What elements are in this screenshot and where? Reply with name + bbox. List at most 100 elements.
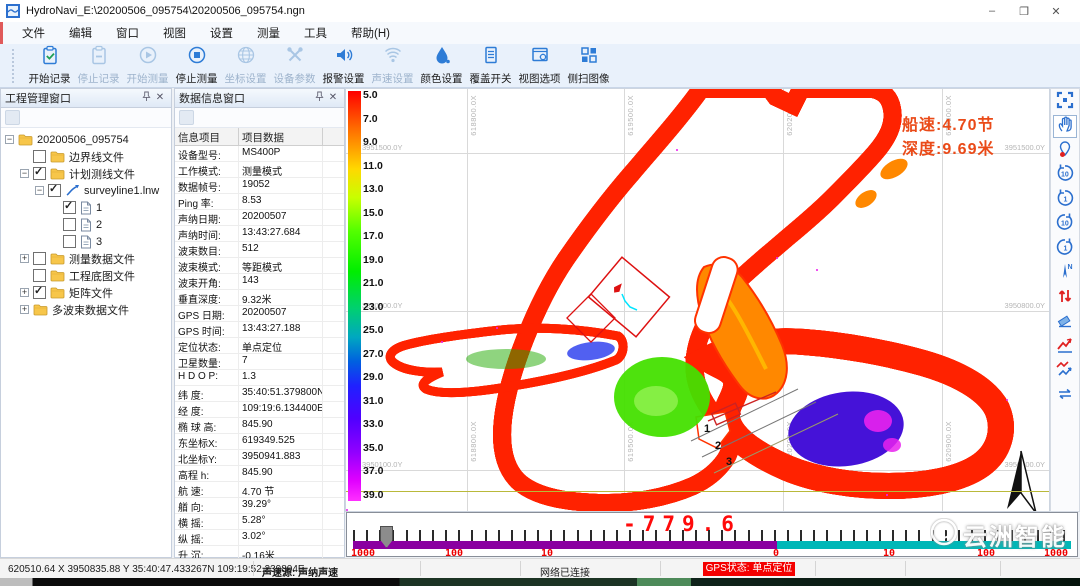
checkbox[interactable] — [63, 218, 76, 231]
locate-position-button[interactable] — [1053, 140, 1077, 163]
checkbox[interactable] — [33, 252, 46, 265]
copy-icon[interactable] — [179, 110, 194, 125]
table-row[interactable]: 艏 向:39.29° — [175, 498, 344, 514]
multi-profile-button[interactable] — [1053, 360, 1077, 383]
expand-icon[interactable]: + — [20, 305, 29, 314]
tree-item-2[interactable]: 2 — [1, 216, 171, 233]
table-row[interactable]: 波束数目:512 — [175, 242, 344, 258]
checkbox[interactable] — [63, 201, 76, 214]
tree-item-surveyline1.lnw[interactable]: −surveyline1.lnw — [1, 182, 171, 199]
table-row[interactable]: 椭 球 高:845.90 — [175, 418, 344, 434]
new-item-icon[interactable] — [5, 110, 20, 125]
item-value: 845.90 — [239, 418, 323, 433]
table-row[interactable]: 东坐标X:619349.525 — [175, 434, 344, 450]
colorbar-tick-label: 27.0 — [363, 348, 383, 360]
color-settings-button[interactable]: 颜色设置 — [417, 45, 466, 87]
close-panel-icon[interactable]: ✕ — [153, 93, 167, 103]
record-start-button[interactable]: 开始记录 — [25, 45, 74, 87]
item-label: 经 度: — [175, 402, 239, 417]
toolbar-button-label: 开始记录 — [29, 71, 71, 86]
close-panel-icon[interactable]: ✕ — [326, 93, 340, 103]
collapse-icon[interactable]: − — [20, 169, 29, 178]
table-row[interactable]: 设备型号:MS400P — [175, 146, 344, 162]
menu-item-文件[interactable]: 文件 — [10, 25, 57, 41]
table-row[interactable]: 垂直深度:9.32米 — [175, 290, 344, 306]
rotate-cw-1-button[interactable]: 1 — [1053, 238, 1077, 261]
coverage-switch-button[interactable]: 覆盖开关 — [466, 45, 515, 87]
pan-hand-button[interactable] — [1053, 115, 1077, 138]
table-row[interactable]: 工作模式:测量模式 — [175, 162, 344, 178]
tree-item-20200506_095754[interactable]: − 20200506_095754 — [1, 131, 171, 148]
table-row[interactable]: 声纳时间:13:43:27.684 — [175, 226, 344, 242]
close-button[interactable]: ✕ — [1040, 0, 1072, 22]
toolbar-grip — [12, 49, 19, 83]
checkbox[interactable] — [63, 235, 76, 248]
table-row[interactable]: H D O P:1.3 — [175, 370, 344, 386]
minimize-button[interactable]: – — [976, 0, 1008, 22]
tree-item-边界线文件[interactable]: 边界线文件 — [1, 148, 171, 165]
maximize-button[interactable]: ❐ — [1008, 0, 1040, 22]
table-row[interactable]: 北坐标Y:3950941.883 — [175, 450, 344, 466]
swap-vertical-button[interactable] — [1053, 287, 1077, 310]
tree-item-多波束数据文件[interactable]: +多波束数据文件 — [1, 301, 171, 318]
table-row[interactable]: 航 速:4.70 节 — [175, 482, 344, 498]
table-row[interactable]: Ping 率:8.53 — [175, 194, 344, 210]
checkbox[interactable] — [33, 150, 46, 163]
pin-icon[interactable] — [139, 91, 153, 105]
zoom-extent-button[interactable] — [1053, 91, 1077, 114]
table-row[interactable]: 波束开角:143 — [175, 274, 344, 290]
swap-horizontal-button[interactable] — [1053, 385, 1077, 408]
alarm-settings-button[interactable]: 报警设置 — [319, 45, 368, 87]
table-row[interactable]: 定位状态:单点定位 — [175, 338, 344, 354]
table-row[interactable]: 波束模式:等距模式 — [175, 258, 344, 274]
menu-item-工具[interactable]: 工具 — [292, 25, 339, 41]
pin-icon[interactable] — [312, 91, 326, 105]
measure-stop-button[interactable]: 停止测量 — [172, 45, 221, 87]
side-scan-button[interactable]: 侧扫图像 — [564, 45, 613, 87]
color-settings-icon — [432, 45, 452, 70]
tree-item-3[interactable]: 3 — [1, 233, 171, 250]
menu-item-设置[interactable]: 设置 — [198, 25, 245, 41]
rotate-ccw-10-button[interactable]: 10 — [1053, 164, 1077, 187]
menu-item-帮助(H)[interactable]: 帮助(H) — [339, 25, 402, 41]
view-options-button[interactable]: 视图选项 — [515, 45, 564, 87]
tree-item-计划测线文件[interactable]: −计划测线文件 — [1, 165, 171, 182]
profile-line-button[interactable] — [1053, 336, 1077, 359]
collapse-icon[interactable]: − — [5, 135, 14, 144]
checkbox[interactable] — [33, 286, 46, 299]
tree-item-工程底图文件[interactable]: 工程底图文件 — [1, 267, 171, 284]
table-row[interactable]: 纵 摇:3.02° — [175, 530, 344, 546]
checkbox[interactable] — [33, 167, 46, 180]
tree-item-1[interactable]: 1 — [1, 199, 171, 216]
table-row[interactable]: 经 度:109:19:6.134400E — [175, 402, 344, 418]
dock-accent — [0, 22, 3, 44]
expand-icon[interactable]: + — [20, 254, 29, 263]
tree-item-矩阵文件[interactable]: +矩阵文件 — [1, 284, 171, 301]
menu-item-编辑[interactable]: 编辑 — [57, 25, 104, 41]
checkbox[interactable] — [48, 184, 61, 197]
table-row[interactable]: 卫星数量:7 — [175, 354, 344, 370]
menu-item-视图[interactable]: 视图 — [151, 25, 198, 41]
table-row[interactable]: 横 摇:5.28° — [175, 514, 344, 530]
table-row[interactable]: GPS 时间:13:43:27.188 — [175, 322, 344, 338]
north-up-button[interactable]: N — [1053, 262, 1077, 285]
table-row[interactable]: GPS 日期:20200507 — [175, 306, 344, 322]
sound-speed-icon — [383, 45, 403, 70]
eraser-button[interactable] — [1053, 311, 1077, 334]
tree-item-label: 20200506_095754 — [37, 134, 129, 146]
item-label: 高程 h: — [175, 466, 239, 481]
north-up-icon: N — [1055, 261, 1075, 286]
rotate-ccw-1-button[interactable]: 1 — [1053, 189, 1077, 212]
collapse-icon[interactable]: − — [35, 186, 44, 195]
tree-item-测量数据文件[interactable]: +测量数据文件 — [1, 250, 171, 267]
menu-item-测量[interactable]: 测量 — [245, 25, 292, 41]
table-row[interactable]: 高程 h:845.90 — [175, 466, 344, 482]
table-row[interactable]: 数据帧号:19052 — [175, 178, 344, 194]
map-view[interactable]: 3951500.0Y3951500.0Y3950800.0Y3950800.0Y… — [345, 88, 1050, 512]
rotate-cw-10-button[interactable]: 10 — [1053, 213, 1077, 236]
table-row[interactable]: 纬 度:35:40:51.379800N — [175, 386, 344, 402]
table-row[interactable]: 声纳日期:20200507 — [175, 210, 344, 226]
expand-icon[interactable]: + — [20, 288, 29, 297]
menu-item-窗口[interactable]: 窗口 — [104, 25, 151, 41]
checkbox[interactable] — [33, 269, 46, 282]
